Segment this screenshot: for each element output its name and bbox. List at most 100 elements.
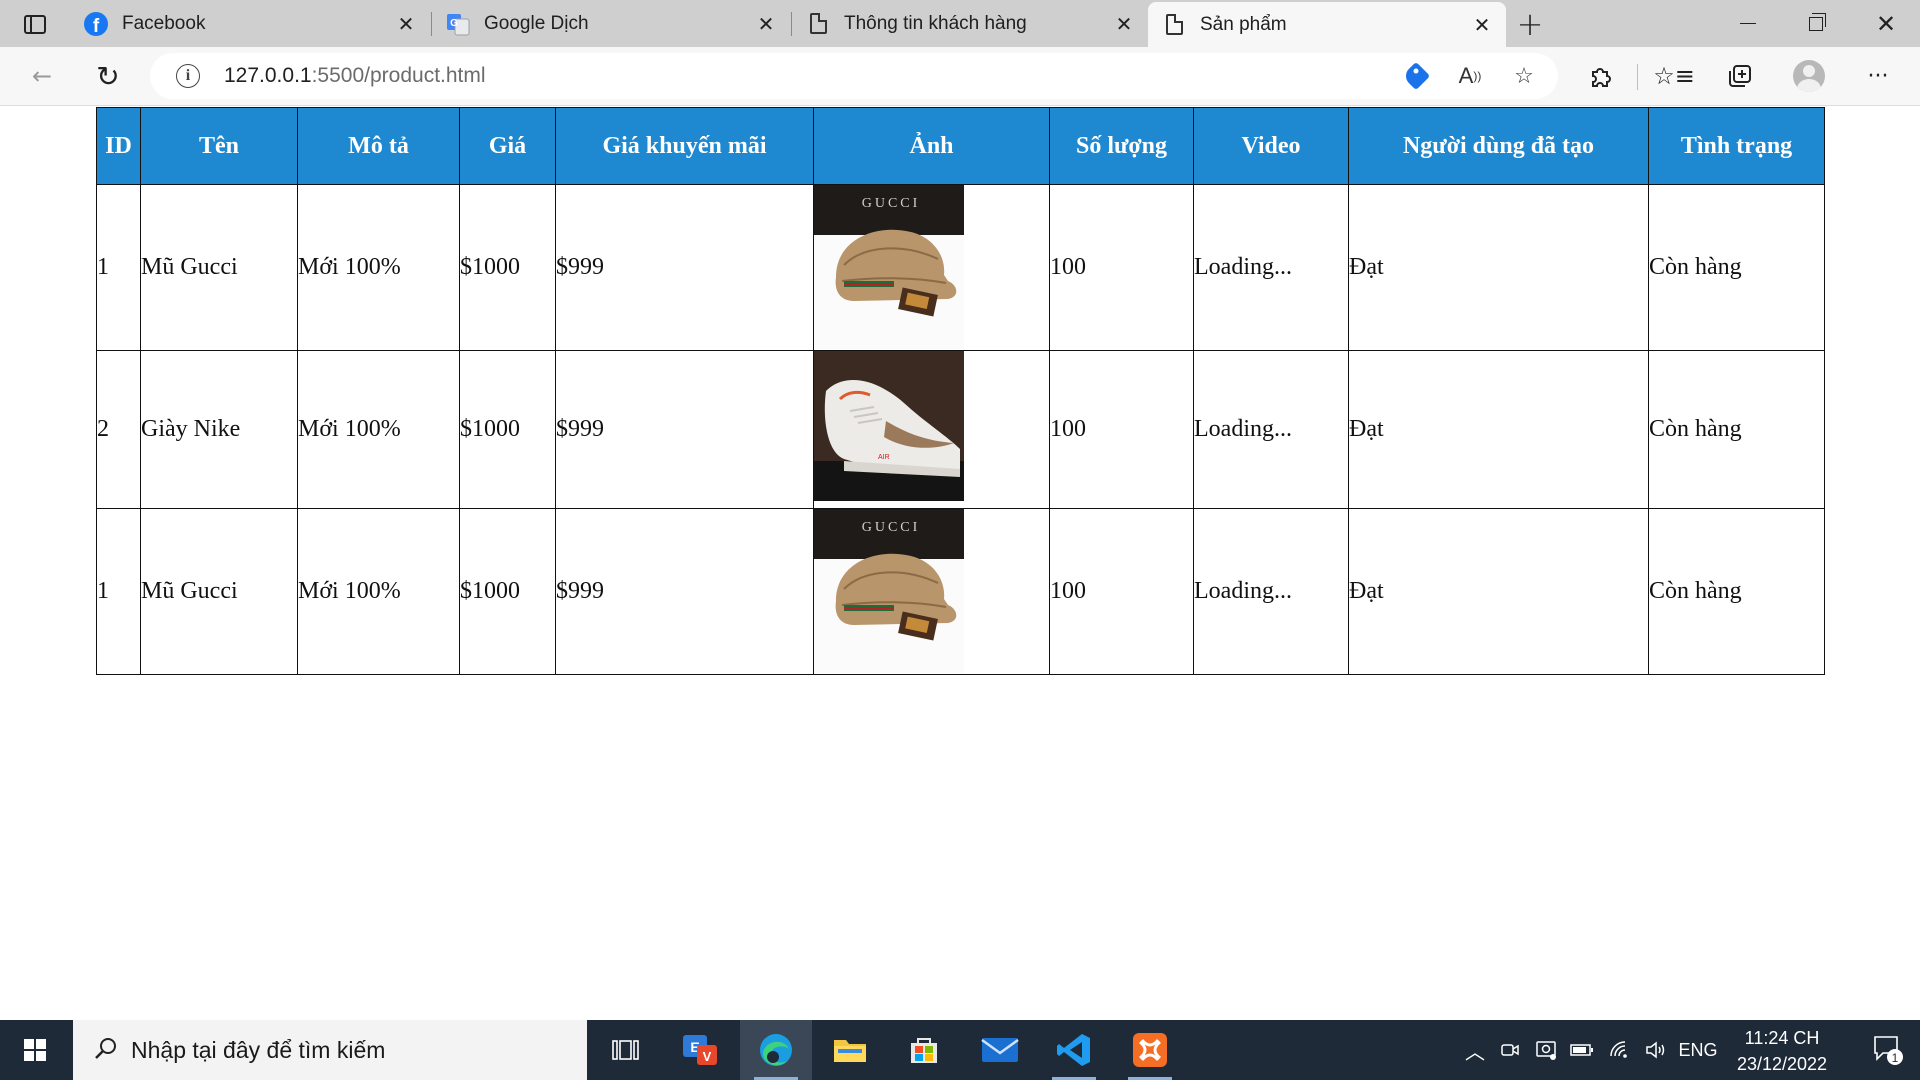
refresh-button[interactable]: ↻ — [88, 56, 128, 96]
toolbar-divider — [1637, 64, 1638, 90]
more-icon: ··· — [1867, 63, 1889, 89]
close-icon[interactable]: ✕ — [1110, 10, 1138, 38]
battery-icon[interactable] — [1566, 1020, 1598, 1080]
column-header-status[interactable]: Tình trạng — [1648, 107, 1825, 185]
tab-actions-button[interactable] — [16, 8, 54, 40]
edge-icon — [760, 1034, 792, 1066]
image-brand-text: GUCCI — [862, 196, 921, 211]
language-indicator[interactable]: ENG — [1676, 1020, 1720, 1080]
mail-icon — [981, 1038, 1019, 1062]
show-hidden-icons-button[interactable]: ︿ — [1460, 1020, 1490, 1080]
svg-text:V: V — [703, 1049, 712, 1064]
cell-video: Loading... — [1193, 350, 1349, 509]
address-bar[interactable]: i 127.0.0.1:5500/product.html A)) ☆ — [150, 53, 1558, 99]
taskbar-clock[interactable]: 11:24 CH 23/12/2022 — [1722, 1025, 1842, 1077]
cell-image: GUCCI — [813, 508, 1050, 675]
cell-sale-price: $999 — [555, 184, 814, 351]
taskbar-app-mail[interactable] — [964, 1020, 1036, 1080]
cell-price: $1000 — [459, 184, 556, 351]
url-host: 127.0.0.1 — [224, 64, 312, 87]
url-path: :5500/product.html — [311, 64, 486, 87]
favorites-button[interactable]: ☆≡ — [1653, 56, 1695, 96]
table-row: 1 Mũ Gucci Mới 100% $1000 $999 GUCCI 100… — [96, 508, 1825, 675]
nike-shoe-image: AIR — [814, 351, 964, 501]
column-header-video[interactable]: Video — [1193, 107, 1349, 185]
cell-price: $1000 — [459, 508, 556, 675]
taskbar-app-edge[interactable] — [740, 1020, 812, 1080]
tab-facebook[interactable]: f Facebook ✕ — [70, 0, 430, 47]
cell-video: Loading... — [1193, 508, 1349, 675]
info-icon[interactable]: i — [176, 64, 200, 88]
column-header-creator[interactable]: Người dùng đã tạo — [1348, 107, 1649, 185]
browser-toolbar: ← ↻ i 127.0.0.1:5500/product.html A)) ☆ … — [0, 47, 1920, 106]
favorites-icon: ☆≡ — [1653, 62, 1695, 90]
close-icon[interactable]: ✕ — [392, 10, 420, 38]
tab-thong-tin-khach-hang[interactable]: Thông tin khách hàng ✕ — [792, 0, 1148, 47]
cell-name: Mũ Gucci — [140, 508, 298, 675]
taskbar-search-input[interactable]: Nhập tại đây để tìm kiếm — [73, 1020, 587, 1080]
column-header-name[interactable]: Tên — [140, 107, 298, 185]
column-header-quantity[interactable]: Số lượng — [1049, 107, 1194, 185]
search-placeholder: Nhập tại đây để tìm kiếm — [131, 1037, 386, 1063]
wifi-icon[interactable] — [1604, 1020, 1636, 1080]
settings-more-button[interactable]: ··· — [1858, 56, 1898, 96]
cell-creator: Đạt — [1348, 350, 1649, 509]
tab-google-dich[interactable]: G Google Dịch ✕ — [432, 0, 790, 47]
restore-button[interactable] — [1782, 0, 1850, 47]
product-table: ID Tên Mô tả Giá Giá khuyến mãi Ảnh Số l… — [96, 107, 1825, 675]
close-icon[interactable]: ✕ — [1468, 11, 1496, 39]
table-row: 1 Mũ Gucci Mới 100% $1000 $999 GUCCI 100… — [96, 184, 1825, 351]
google-translate-icon: G — [446, 12, 470, 36]
collections-icon — [1729, 65, 1751, 87]
search-icon — [95, 1038, 116, 1059]
tab-bar: f Facebook ✕ G Google Dịch ✕ Thông tin k… — [0, 0, 1920, 47]
clock-time: 11:24 CH — [1744, 1028, 1820, 1048]
column-header-image[interactable]: Ảnh — [813, 107, 1050, 185]
column-header-price[interactable]: Giá — [459, 107, 556, 185]
taskbar-app-microsoft-store[interactable] — [888, 1020, 960, 1080]
read-aloud-icon[interactable]: A)) — [1454, 61, 1486, 91]
collections-button[interactable] — [1720, 56, 1760, 96]
url-text[interactable]: 127.0.0.1:5500/product.html — [224, 64, 486, 88]
taskbar: Nhập tại đây để tìm kiếm EV ︿ ENG 11:24 … — [0, 1020, 1920, 1080]
clock-date: 23/12/2022 — [1736, 1054, 1828, 1074]
xampp-icon — [1133, 1033, 1167, 1067]
volume-icon[interactable] — [1640, 1020, 1672, 1080]
cell-id: 2 — [96, 350, 141, 509]
sync-icon[interactable] — [1530, 1020, 1562, 1080]
taskbar-app-unikey[interactable]: EV — [664, 1020, 736, 1080]
puzzle-icon — [1592, 68, 1611, 87]
cell-id: 1 — [96, 508, 141, 675]
taskbar-app-xampp[interactable] — [1114, 1020, 1186, 1080]
back-button[interactable]: ← — [22, 56, 62, 96]
taskbar-app-file-explorer[interactable] — [814, 1020, 886, 1080]
close-icon: ✕ — [1875, 9, 1897, 38]
close-icon[interactable]: ✕ — [752, 10, 780, 38]
chevron-up-icon: ︿ — [1465, 1041, 1485, 1064]
gucci-cap-image: GUCCI — [814, 509, 964, 673]
column-header-sale-price[interactable]: Giá khuyến mãi — [555, 107, 814, 185]
cell-sale-price: $999 — [555, 350, 814, 509]
new-tab-button[interactable]: + — [1512, 5, 1548, 43]
start-button[interactable] — [0, 1020, 70, 1080]
notification-center-button[interactable]: 1 — [1856, 1020, 1920, 1080]
column-header-id[interactable]: ID — [96, 107, 141, 185]
taskbar-app-vscode[interactable] — [1038, 1020, 1110, 1080]
close-window-button[interactable]: ✕ — [1852, 0, 1920, 47]
minimize-button[interactable] — [1714, 0, 1782, 47]
document-icon — [806, 12, 830, 36]
cell-sale-price: $999 — [555, 508, 814, 675]
cell-status: Còn hàng — [1648, 184, 1825, 351]
vscode-icon — [1057, 1034, 1090, 1066]
task-view-button[interactable] — [589, 1020, 661, 1080]
cell-image: GUCCI — [813, 184, 1050, 351]
tab-san-pham[interactable]: Sản phẩm ✕ — [1148, 2, 1506, 47]
column-header-description[interactable]: Mô tả — [297, 107, 460, 185]
cell-creator: Đạt — [1348, 184, 1649, 351]
add-favorite-icon[interactable]: ☆ — [1508, 61, 1540, 91]
shopping-tag-icon[interactable] — [1400, 61, 1432, 91]
profile-button[interactable] — [1789, 56, 1829, 96]
meet-now-icon[interactable] — [1494, 1020, 1526, 1080]
unikey-icon: EV — [683, 1035, 717, 1065]
extensions-button[interactable] — [1581, 56, 1621, 96]
